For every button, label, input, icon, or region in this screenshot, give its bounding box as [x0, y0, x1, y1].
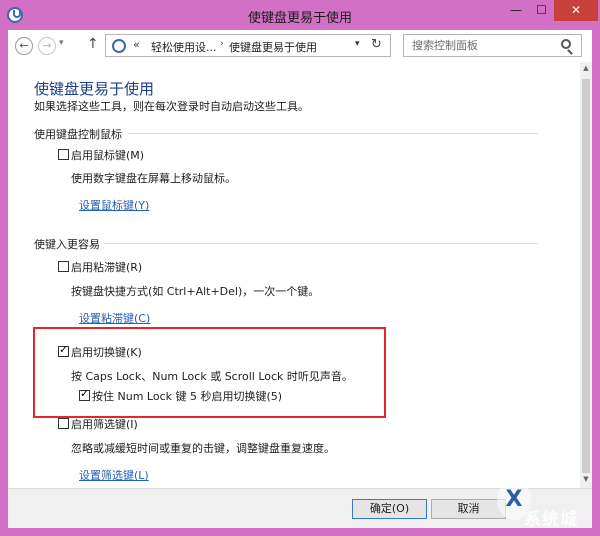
scroll-down-icon[interactable]: ▼	[580, 475, 592, 483]
scroll-up-icon[interactable]: ▲	[580, 64, 592, 72]
close-button[interactable]: ✕	[554, 0, 598, 21]
mouse-keys-label[interactable]: 启用鼠标键(M)	[71, 147, 144, 163]
sticky-keys-label[interactable]: 启用粘滞键(R)	[71, 259, 142, 275]
refresh-icon[interactable]: ↻	[371, 37, 382, 52]
page-title: 使键盘更易于使用	[34, 80, 155, 98]
navigation-bar: ← → ▾ ↑ « 轻松使用设... › 使键盘更易于使用 ▾ ↻	[8, 30, 592, 62]
vertical-scrollbar[interactable]: ▲ ▼	[580, 62, 592, 488]
breadcrumb-keyboard[interactable]: 使键盘更易于使用	[229, 39, 317, 55]
search-input[interactable]	[404, 35, 559, 56]
highlight-annotation	[33, 327, 386, 418]
chevron-right-icon[interactable]: ›	[220, 39, 224, 49]
group-label-typing: 使键入更容易	[34, 238, 100, 251]
mouse-keys-checkbox[interactable]	[58, 149, 69, 160]
search-icon[interactable]	[561, 39, 571, 49]
chevron-down-icon[interactable]: ▾	[355, 39, 360, 49]
filter-keys-label[interactable]: 启用筛选键(I)	[71, 416, 138, 432]
up-icon[interactable]: ↑	[87, 36, 99, 52]
forward-icon[interactable]: →	[38, 37, 56, 55]
ok-button[interactable]: 确定(O)	[352, 499, 427, 519]
content-pane: 使键盘更易于使用 如果选择这些工具，则在每次登录时自动启动这些工具。 使用键盘控…	[8, 62, 580, 488]
recent-locations-icon[interactable]: ▾	[59, 38, 64, 48]
window: 使键盘更易于使用 — ☐ ✕ ← → ▾ ↑ « 轻松使用设... › 使键盘更…	[0, 0, 600, 536]
mouse-keys-description: 使用数字键盘在屏幕上移动鼠标。	[71, 172, 236, 185]
address-bar[interactable]: « 轻松使用设... › 使键盘更易于使用 ▾ ↻	[105, 34, 391, 57]
sticky-keys-checkbox[interactable]	[58, 261, 69, 272]
client-area: ← → ▾ ↑ « 轻松使用设... › 使键盘更易于使用 ▾ ↻ 使键盘更易于…	[8, 30, 592, 528]
setup-mouse-keys-link[interactable]: 设置鼠标键(Y)	[79, 197, 149, 213]
page-description: 如果选择这些工具，则在每次登录时自动启动这些工具。	[34, 100, 309, 113]
group-divider	[128, 133, 538, 134]
sticky-keys-description: 按键盘快捷方式(如 Ctrl+Alt+Del)，一次一个键。	[71, 285, 320, 298]
minimize-button[interactable]: —	[503, 0, 529, 21]
search-box[interactable]	[403, 34, 582, 57]
title-bar: 使键盘更易于使用 — ☐ ✕	[0, 0, 600, 30]
filter-keys-checkbox[interactable]	[58, 418, 69, 429]
setup-filter-keys-link[interactable]: 设置筛选键(L)	[79, 467, 149, 483]
ease-of-access-icon	[112, 39, 126, 53]
breadcrumb-ease-of-access[interactable]: 轻松使用设...	[151, 39, 217, 55]
setup-sticky-keys-link[interactable]: 设置粘滞键(C)	[79, 310, 150, 326]
address-prefix[interactable]: «	[133, 38, 140, 51]
group-divider	[104, 243, 538, 244]
scrollbar-thumb[interactable]	[582, 79, 590, 473]
filter-keys-description: 忽略或减缓短时间或重复的击键，调整键盘重复速度。	[71, 442, 335, 455]
group-label-mouse: 使用键盘控制鼠标	[34, 128, 122, 141]
cancel-button[interactable]: 取消	[431, 499, 506, 519]
maximize-button[interactable]: ☐	[529, 0, 554, 21]
back-icon[interactable]: ←	[15, 37, 33, 55]
watermark-text: 系统城	[524, 510, 578, 530]
